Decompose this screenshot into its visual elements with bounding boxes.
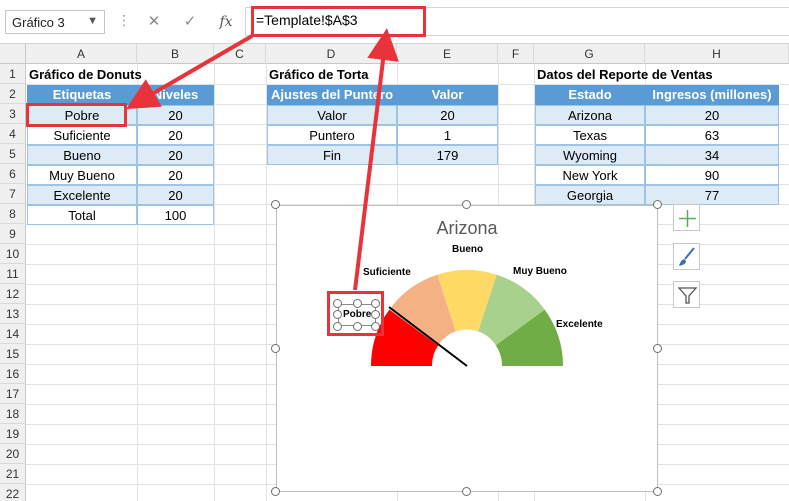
pie-cell-label[interactable]: Valor — [267, 105, 397, 125]
donut-cell-label[interactable]: Bueno — [27, 145, 137, 165]
sales-cell-value[interactable]: 20 — [645, 105, 779, 125]
chart-resize-handle[interactable] — [653, 487, 662, 496]
row-header-16[interactable]: 16 — [0, 364, 26, 384]
row-header-18[interactable]: 18 — [0, 404, 26, 424]
sales-cell-value[interactable]: 63 — [645, 125, 779, 145]
pie-table-title: Gráfico de Torta — [269, 67, 369, 82]
sales-cell-state[interactable]: Wyoming — [535, 145, 645, 165]
formula-highlight-box — [251, 6, 426, 37]
sales-cell-state[interactable]: New York — [535, 165, 645, 185]
column-header-e[interactable]: E — [397, 44, 498, 64]
row-header-4[interactable]: 4 — [0, 124, 26, 144]
row-header-14[interactable]: 14 — [0, 324, 26, 344]
chart-resize-handle[interactable] — [271, 200, 280, 209]
sales-cell-value[interactable]: 90 — [645, 165, 779, 185]
row-header-10[interactable]: 10 — [0, 244, 26, 264]
donut-cell-value[interactable]: 20 — [137, 185, 214, 205]
donut-cell-label[interactable]: Total — [27, 205, 137, 225]
column-headers: A B C D E F G H — [0, 44, 789, 64]
row-header-6[interactable]: 6 — [0, 164, 26, 184]
sales-cell-value[interactable]: 77 — [645, 185, 779, 205]
row-header-21[interactable]: 21 — [0, 464, 26, 484]
row-header-22[interactable]: 22 — [0, 484, 26, 501]
chart-resize-handle[interactable] — [271, 344, 280, 353]
column-header-d[interactable]: D — [266, 44, 397, 64]
row-header-3[interactable]: 3 — [0, 104, 26, 124]
donut-cell-value[interactable]: 20 — [137, 165, 214, 185]
label-bueno: Bueno — [452, 244, 484, 255]
sales-header-estado[interactable]: Estado — [535, 85, 645, 105]
donut-cell-label[interactable]: Suficiente — [27, 125, 137, 145]
formula-bar: Gráfico 3 ▼ ⋮ ✕ ✓ fx =Template!$A$3 — [0, 0, 789, 44]
column-header-a[interactable]: A — [26, 44, 137, 64]
chart-resize-handle[interactable] — [653, 200, 662, 209]
column-header-f[interactable]: F — [498, 44, 534, 64]
row-header-2[interactable]: 2 — [0, 84, 26, 104]
name-box-value: Gráfico 3 — [12, 15, 65, 30]
brush-icon — [679, 247, 695, 266]
label-muy-bueno: Muy Bueno — [513, 266, 567, 277]
column-header-c[interactable]: C — [214, 44, 266, 64]
donut-cell-value[interactable]: 100 — [137, 205, 214, 225]
chart-resize-handle[interactable] — [653, 344, 662, 353]
sales-table-title: Datos del Reporte de Ventas — [537, 67, 713, 82]
donut-cell-value[interactable]: 20 — [137, 145, 214, 165]
insert-function-icon[interactable]: fx — [214, 10, 238, 34]
select-all-corner[interactable] — [0, 44, 26, 64]
donut-header-etiquetas[interactable]: Etiquetas — [27, 85, 137, 105]
sales-cell-state[interactable]: Arizona — [535, 105, 645, 125]
row-header-5[interactable]: 5 — [0, 144, 26, 164]
row-header-1[interactable]: 1 — [0, 64, 26, 84]
chart-styles-button[interactable] — [673, 243, 700, 270]
sales-cell-state[interactable]: Georgia — [535, 185, 645, 205]
column-header-b[interactable]: B — [137, 44, 214, 64]
chart-elements-button[interactable] — [673, 204, 700, 231]
check-icon[interactable]: ✓ — [178, 10, 202, 34]
chart-resize-handle[interactable] — [462, 487, 471, 496]
chevron-down-icon[interactable]: ▼ — [87, 15, 98, 27]
pie-cell-value[interactable]: 20 — [397, 105, 498, 125]
label-excelente: Excelente — [556, 319, 603, 330]
donut-cell-value[interactable]: 20 — [137, 105, 214, 125]
pointer-label-highlight-box — [327, 291, 384, 336]
row-header-19[interactable]: 19 — [0, 424, 26, 444]
name-box[interactable]: Gráfico 3 ▼ — [5, 10, 105, 34]
label-suficiente: Suficiente — [363, 267, 411, 278]
sales-header-ingresos[interactable]: Ingresos (millones) — [645, 85, 779, 105]
donut-cell-label[interactable]: Muy Bueno — [27, 165, 137, 185]
cell-a3-highlight-box — [26, 103, 127, 127]
gauge-chart[interactable]: Arizona Suficiente Bueno Muy Bueno Excel… — [276, 205, 658, 492]
donut-cell-value[interactable]: 20 — [137, 125, 214, 145]
pie-cell-value[interactable]: 179 — [397, 145, 498, 165]
pie-cell-label[interactable]: Fin — [267, 145, 397, 165]
funnel-icon — [677, 287, 698, 304]
row-header-15[interactable]: 15 — [0, 344, 26, 364]
sales-cell-state[interactable]: Texas — [535, 125, 645, 145]
pie-cell-label[interactable]: Puntero — [267, 125, 397, 145]
column-header-g[interactable]: G — [534, 44, 645, 64]
chart-filters-button[interactable] — [673, 281, 700, 308]
plus-icon — [679, 210, 696, 227]
chart-resize-handle[interactable] — [271, 487, 280, 496]
cancel-icon[interactable]: ✕ — [142, 10, 166, 34]
row-header-20[interactable]: 20 — [0, 444, 26, 464]
row-header-7[interactable]: 7 — [0, 184, 26, 204]
donut-cell-label[interactable]: Excelente — [27, 185, 137, 205]
pie-cell-value[interactable]: 1 — [397, 125, 498, 145]
row-header-13[interactable]: 13 — [0, 304, 26, 324]
sales-cell-value[interactable]: 34 — [645, 145, 779, 165]
row-header-12[interactable]: 12 — [0, 284, 26, 304]
row-header-9[interactable]: 9 — [0, 224, 26, 244]
pie-header-ajustes[interactable]: Ajustes del Puntero — [267, 85, 397, 105]
donut-header-niveles[interactable]: Niveles — [137, 85, 214, 105]
pie-header-valor[interactable]: Valor — [397, 85, 498, 105]
row-header-11[interactable]: 11 — [0, 264, 26, 284]
row-header-17[interactable]: 17 — [0, 384, 26, 404]
chart-resize-handle[interactable] — [462, 200, 471, 209]
row-header-8[interactable]: 8 — [0, 204, 26, 224]
column-header-h[interactable]: H — [645, 44, 789, 64]
donut-table-title: Gráfico de Donuts — [29, 67, 142, 82]
more-icon: ⋮ — [117, 12, 132, 28]
